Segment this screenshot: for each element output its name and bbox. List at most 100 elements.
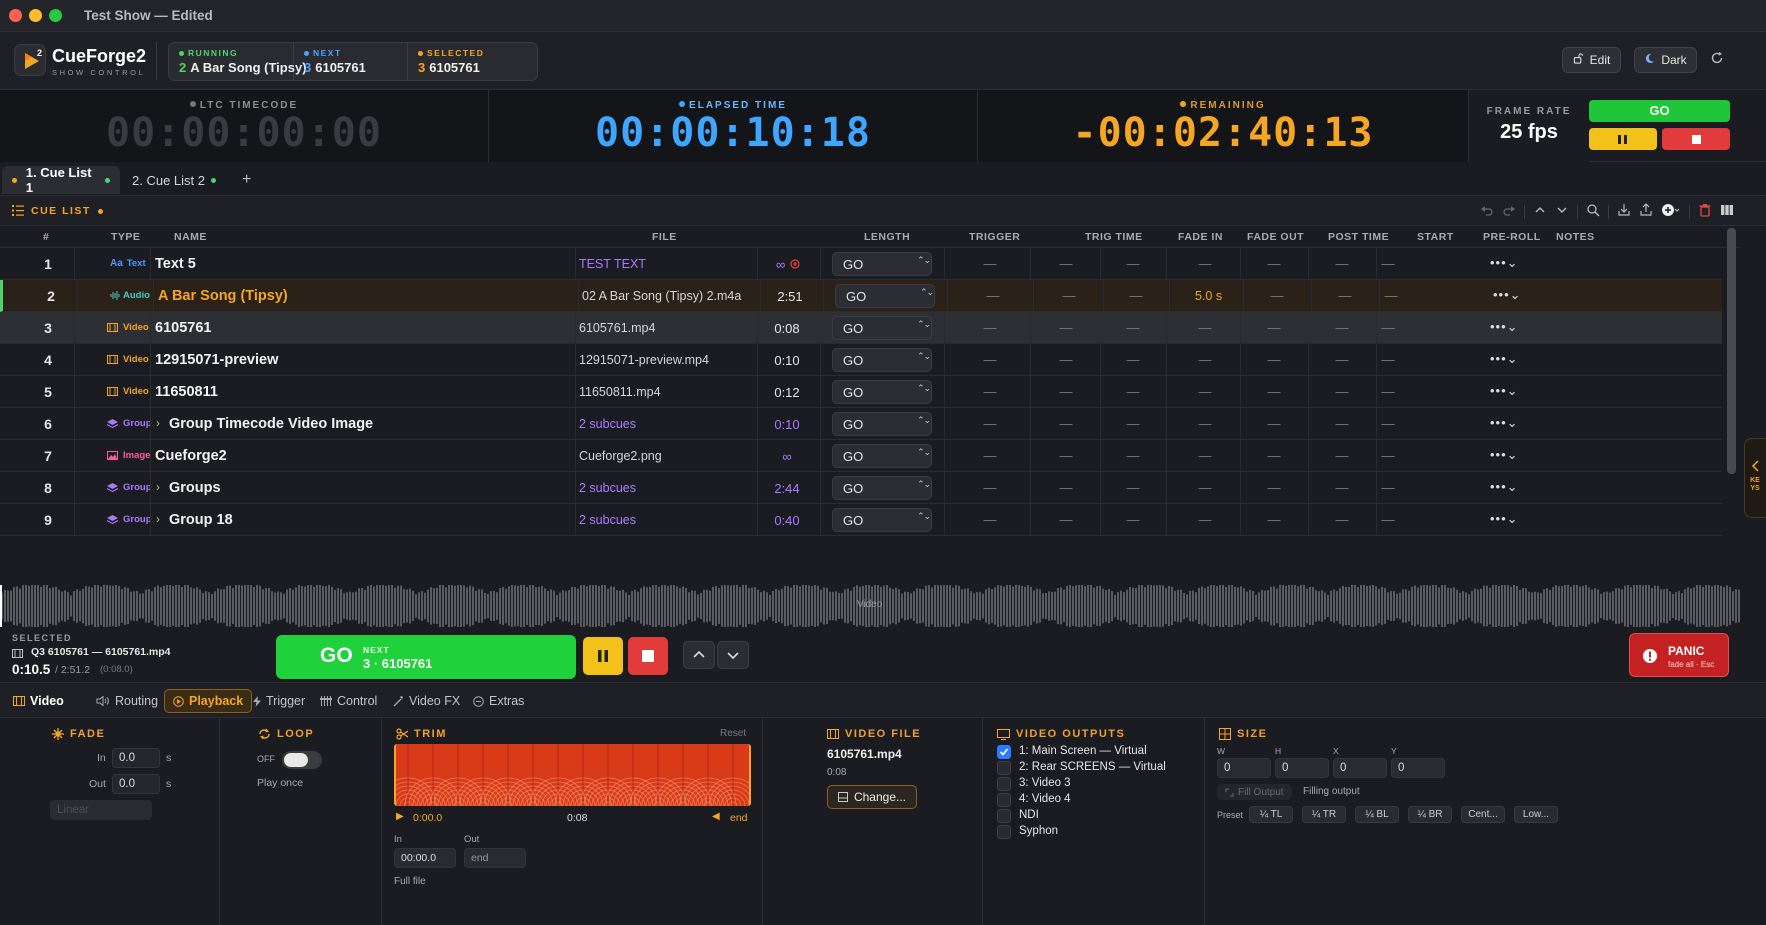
edit-button[interactable]: Edit <box>1562 47 1621 73</box>
row-menu-icon[interactable]: •••⌄ <box>1490 415 1519 431</box>
table-row[interactable]: 9 Group › Group 18 2 subcues 0:40 GO — — — — — — — •••… <box>0 504 1722 536</box>
keys-panel-toggle[interactable]: KEYS <box>1744 438 1766 518</box>
row-menu-icon[interactable]: •••⌄ <box>1493 287 1522 303</box>
row-menu-icon[interactable]: •••⌄ <box>1490 479 1519 495</box>
import-icon[interactable] <box>1617 203 1631 220</box>
trim-start-marker[interactable]: ▶ <box>396 811 404 822</box>
table-row[interactable]: 5 Video 11650811 11650811.mp4 0:12 GO — — — — — — — •… <box>0 376 1722 408</box>
preset-button[interactable]: Cent... <box>1461 806 1505 823</box>
row-menu-icon[interactable]: •••⌄ <box>1490 447 1519 463</box>
tab-cue-list-1[interactable]: 1. Cue List 1 <box>2 165 120 195</box>
tab-control[interactable]: Control <box>312 689 385 713</box>
output-checkbox[interactable] <box>997 809 1011 823</box>
cue-trigger-select[interactable]: GO <box>832 412 932 436</box>
col-name[interactable]: NAME <box>174 231 207 243</box>
trim-reset-button[interactable]: Reset <box>720 728 746 739</box>
preset-button[interactable]: ¼ BR <box>1408 806 1452 823</box>
table-row[interactable]: 2 Audio A Bar Song (Tipsy) 02 A Bar Song (T… <box>0 280 1722 312</box>
table-row[interactable]: 7 Image Cueforge2 Cueforge2.png ∞ GO — — — — — — — ••… <box>0 440 1722 472</box>
redo-icon[interactable] <box>1502 203 1516 220</box>
search-icon[interactable] <box>1586 203 1600 220</box>
col-fade-out[interactable]: FADE OUT <box>1247 231 1304 243</box>
output-checkbox[interactable] <box>997 793 1011 807</box>
refresh-icon[interactable] <box>1710 51 1724 68</box>
fill-output-button[interactable]: Fill Output <box>1217 784 1292 800</box>
disclosure-chevron-icon[interactable]: › <box>156 416 160 430</box>
col-file[interactable]: FILE <box>652 231 677 243</box>
header-stop-button[interactable] <box>1662 128 1730 150</box>
preset-button[interactable]: ¼ BL <box>1355 806 1399 823</box>
cue-trigger-select[interactable]: GO <box>832 444 932 468</box>
size-w-input[interactable]: 0 <box>1217 758 1271 778</box>
stop-button[interactable] <box>628 637 668 675</box>
cue-trigger-select[interactable]: GO <box>832 508 932 532</box>
tab-playback[interactable]: Playback <box>164 689 253 713</box>
table-row[interactable]: 3 Video 6105761 6105761.mp4 0:08 GO — — — — — — — •••… <box>0 312 1722 344</box>
size-y-input[interactable]: 0 <box>1391 758 1445 778</box>
previous-cue-button[interactable] <box>683 641 715 669</box>
col-notes[interactable]: NOTES <box>1556 231 1595 243</box>
col-trig-time[interactable]: TRIG TIME <box>1085 231 1143 243</box>
table-row[interactable]: 6 Group › Group Timecode Video Image 2 subcu… <box>0 408 1722 440</box>
panic-button[interactable]: PANIC fade all · Esc <box>1629 633 1729 677</box>
trash-icon[interactable] <box>1698 203 1712 220</box>
col-type[interactable]: TYPE <box>111 231 140 243</box>
disclosure-chevron-icon[interactable]: › <box>156 512 160 526</box>
go-button[interactable]: GO NEXT 3 · 6105761 <box>276 635 576 679</box>
col-trigger[interactable]: TRIGGER <box>969 231 1020 243</box>
waveform[interactable]: Video <box>0 583 1740 629</box>
col-length[interactable]: LENGTH <box>864 231 910 243</box>
output-checkbox[interactable] <box>997 761 1011 775</box>
close-window-button[interactable] <box>9 9 22 22</box>
fade-curve-select[interactable]: Linear <box>50 800 152 820</box>
pause-button[interactable] <box>583 637 623 675</box>
tab-routing[interactable]: Routing <box>88 689 166 713</box>
row-menu-icon[interactable]: •••⌄ <box>1490 351 1519 367</box>
undo-icon[interactable] <box>1480 203 1494 220</box>
disclosure-chevron-icon[interactable]: › <box>156 480 160 494</box>
trim-out-input[interactable]: end <box>464 848 526 868</box>
row-menu-icon[interactable]: •••⌄ <box>1490 383 1519 399</box>
table-row[interactable]: 1 AaText Text 5 TEST TEXT ∞ GO — — — — — — — •••⌄ <box>0 248 1722 280</box>
col-post-time[interactable]: POST TIME <box>1328 231 1389 243</box>
move-down-icon[interactable] <box>1555 203 1569 220</box>
preset-button[interactable]: Low... <box>1514 806 1558 823</box>
row-menu-icon[interactable]: •••⌄ <box>1490 511 1519 527</box>
minimize-window-button[interactable] <box>29 9 42 22</box>
output-checkbox[interactable] <box>997 777 1011 791</box>
fade-out-input[interactable]: 0.0 <box>112 774 160 794</box>
trim-waveform[interactable] <box>394 744 751 806</box>
header-pause-button[interactable] <box>1589 128 1657 150</box>
cue-trigger-select[interactable]: GO <box>832 348 932 372</box>
cue-trigger-select[interactable]: GO <box>832 476 932 500</box>
cue-trigger-select[interactable]: GO <box>835 284 935 308</box>
tab-trigger[interactable]: Trigger <box>245 689 313 713</box>
trim-end-marker[interactable]: ◀ <box>712 811 720 822</box>
move-up-icon[interactable] <box>1533 203 1547 220</box>
col-start[interactable]: START <box>1417 231 1454 243</box>
cue-trigger-select[interactable]: GO <box>832 380 932 404</box>
col-pre-roll[interactable]: PRE-ROLL <box>1483 231 1541 243</box>
col-num[interactable]: # <box>43 231 49 243</box>
cue-list-scrollbar[interactable] <box>1727 228 1736 474</box>
size-h-input[interactable]: 0 <box>1275 758 1329 778</box>
output-checkbox[interactable] <box>997 825 1011 839</box>
preset-button[interactable]: ¼ TR <box>1302 806 1346 823</box>
add-cue-icon[interactable] <box>1661 203 1681 220</box>
table-row[interactable]: 8 Group › Groups 2 subcues 2:44 GO — — — — — — — •••⌄ <box>0 472 1722 504</box>
trim-in-input[interactable]: 00:00.0 <box>394 848 456 868</box>
row-menu-icon[interactable]: •••⌄ <box>1490 255 1519 271</box>
tab-video-fx[interactable]: Video FX <box>385 689 468 713</box>
tab-video[interactable]: Video <box>5 689 72 713</box>
header-go-button[interactable]: GO <box>1589 100 1730 122</box>
fade-in-input[interactable]: 0.0 <box>112 748 160 768</box>
export-icon[interactable] <box>1639 203 1653 220</box>
cue-trigger-select[interactable]: GO <box>832 252 932 276</box>
table-row[interactable]: 4 Video 12915071-preview 12915071-preview.m… <box>0 344 1722 376</box>
tab-cue-list-2[interactable]: 2. Cue List 2 <box>122 166 226 194</box>
tab-extras[interactable]: Extras <box>465 689 532 713</box>
waveform-playhead[interactable] <box>0 585 2 627</box>
preset-button[interactable]: ¼ TL <box>1249 806 1293 823</box>
size-x-input[interactable]: 0 <box>1333 758 1387 778</box>
loop-toggle[interactable] <box>282 751 322 769</box>
